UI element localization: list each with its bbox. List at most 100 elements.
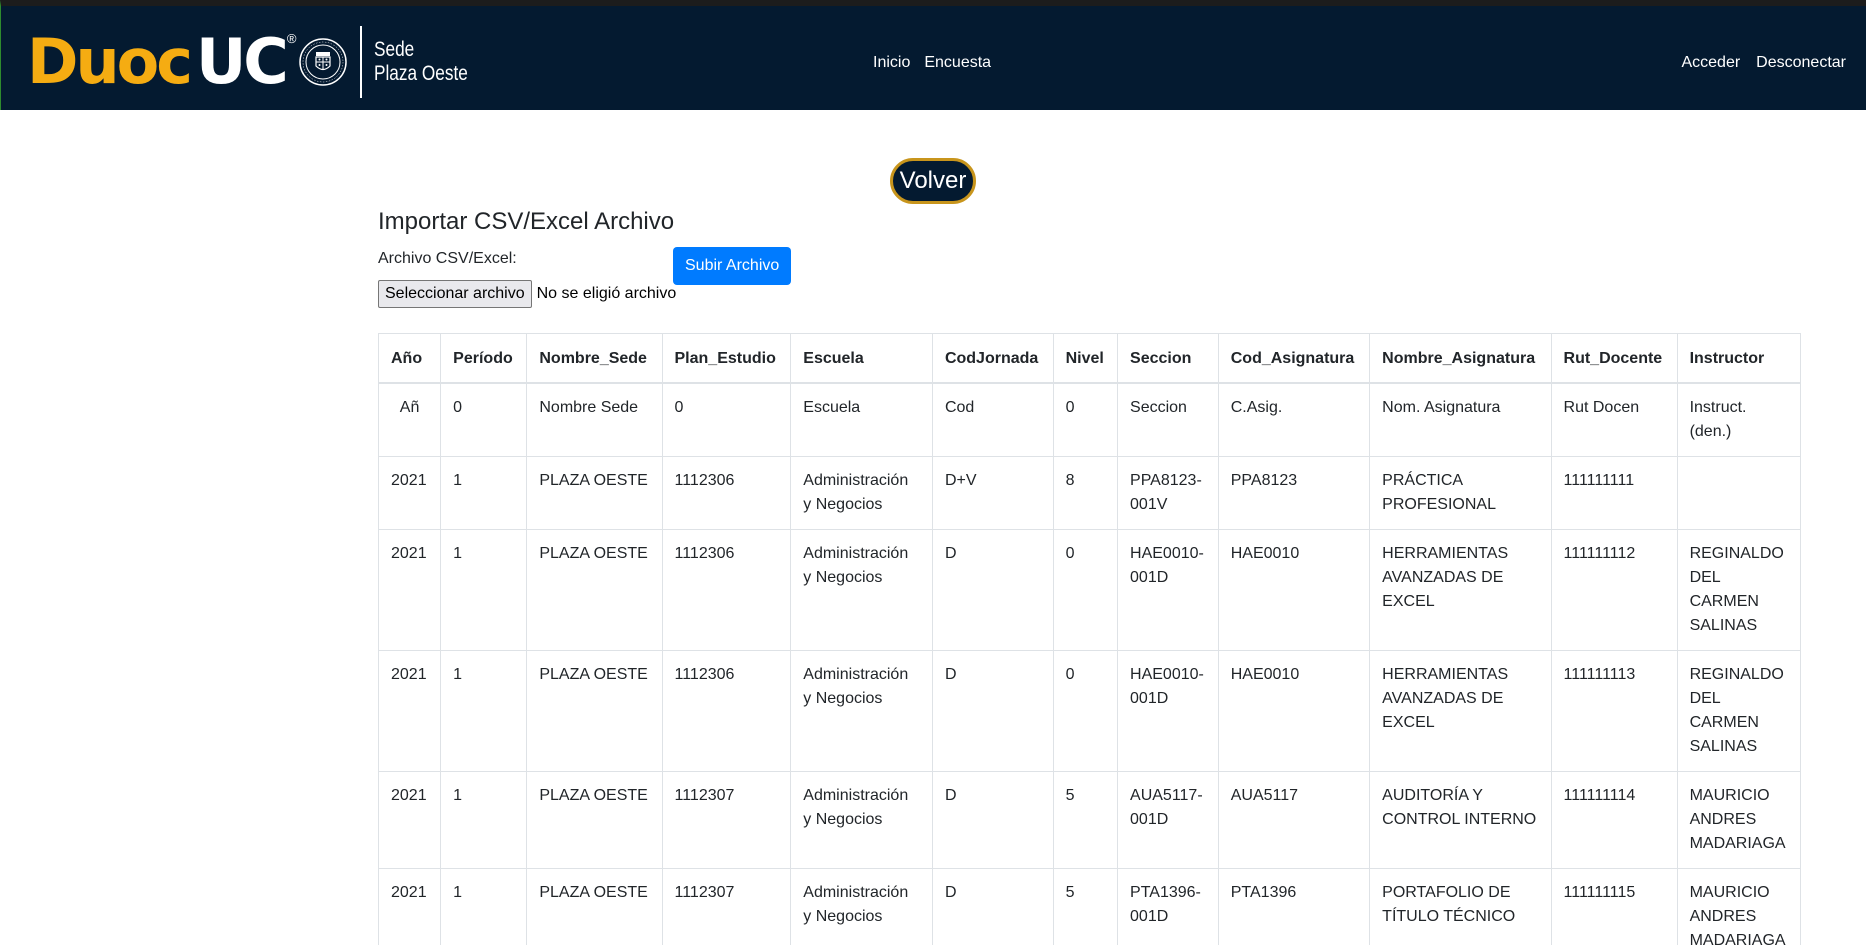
table-row: 2021 1 PLAZA OESTE 1112307 Administración y … (377, 868, 1802, 945)
table-cell-instructor: Instruct. (den.) (1676, 382, 1802, 457)
table-cell-rut-docente: 111111114 (1550, 771, 1678, 869)
table-cell-nombre-asignatura: PORTAFOLIO DE TÍTULO TÉCNICO (1369, 868, 1552, 945)
table-cell-year: 2021 (377, 529, 442, 651)
column-header-year: Año (377, 333, 442, 384)
table-cell-nivel: 5 (1052, 771, 1119, 869)
table-cell-jornada: D+V (931, 456, 1054, 530)
table-cell-sede: PLAZA OESTE (526, 650, 663, 772)
table-cell-rut-docente: 111111115 (1550, 868, 1678, 945)
sede-line1: Sede (374, 37, 415, 61)
table-cell-seccion: PTA1396-001D (1117, 868, 1219, 945)
table-cell-cod-asignatura: C.Asig. (1217, 382, 1371, 457)
table-cell-escuela: Administración y Negocios (790, 771, 933, 869)
column-header-cod-asignatura: Cod_Asignatura (1217, 333, 1371, 384)
table-cell-plan: 0 (661, 382, 792, 457)
table-cell-period: 1 (440, 771, 528, 869)
table-cell-period: 1 (440, 868, 528, 945)
upload-file-button[interactable]: Subir Archivo (673, 247, 792, 285)
file-status-text: No se eligió archivo (536, 285, 677, 302)
table-header: Año Período Nombre_Sede Plan_Estudio Escuela… (377, 333, 1802, 384)
table-cell-instructor: MAURICIO ANDRES MADARIAGA (1676, 771, 1802, 869)
table-cell-cod-asignatura: PPA8123 (1217, 456, 1371, 530)
table-cell-instructor: REGINALDO DEL CARMEN SALINAS (1676, 529, 1802, 651)
table-cell-plan: 1112306 (661, 456, 792, 530)
table-cell-instructor: REGINALDO DEL CARMEN SALINAS (1676, 650, 1802, 772)
table-row: 2021 1 PLAZA OESTE 1112306 Administración y … (377, 529, 1802, 651)
table-cell-seccion: Seccion (1117, 382, 1219, 457)
table-cell-escuela: Administración y Negocios (790, 868, 933, 945)
column-header-nivel: Nivel (1052, 333, 1119, 384)
nav-link-desconectar[interactable]: Desconectar (1756, 54, 1846, 72)
data-table: Año Período Nombre_Sede Plan_Estudio Escuela… (377, 333, 1802, 945)
nav-link-encuesta[interactable]: Encuesta (924, 54, 991, 72)
table-cell-jornada: Cod (931, 382, 1054, 457)
back-button[interactable]: Volver (890, 158, 976, 204)
logo-registered-mark: ® (286, 30, 297, 46)
column-header-rut-docente: Rut_Docente (1550, 333, 1678, 384)
table-cell-escuela: Administración y Negocios (790, 529, 933, 651)
table-cell-sede: PLAZA OESTE (526, 868, 663, 945)
table-cell-jornada: D (931, 771, 1054, 869)
table-cell-year: 2021 (377, 650, 442, 772)
table-cell-instructor (1676, 456, 1802, 530)
table-header-row: Año Período Nombre_Sede Plan_Estudio Escuela… (377, 333, 1802, 384)
nav-right-links: Acceder Desconectar (1681, 54, 1846, 72)
select-file-button[interactable]: Seleccionar archivo (378, 280, 532, 308)
logo-uc-text: UC (195, 25, 289, 98)
column-header-seccion: Seccion (1117, 333, 1219, 384)
column-header-jornada: CodJornada (931, 333, 1054, 384)
file-input[interactable]: Seleccionar archivo No se eligió archivo (378, 280, 676, 308)
table-cell-rut-docente: 111111112 (1550, 529, 1678, 651)
table-cell-rut-docente: Rut Docen (1550, 382, 1678, 457)
table-cell-jornada: D (931, 650, 1054, 772)
table-cell-year: 2021 (377, 771, 442, 869)
table-cell-instructor: MAURICIO ANDRES MADARIAGA (1676, 868, 1802, 945)
column-header-nombre-asignatura: Nombre_Asignatura (1369, 333, 1552, 384)
table-cell-plan: 1112306 (661, 650, 792, 772)
table-cell-escuela: Escuela (790, 382, 933, 457)
university-seal-icon (299, 38, 348, 86)
nav-link-acceder[interactable]: Acceder (1681, 54, 1740, 72)
table-row: 2021 1 PLAZA OESTE 1112306 Administración y … (377, 456, 1802, 530)
table-cell-nombre-asignatura: AUDITORÍA Y CONTROL INTERNO (1369, 771, 1552, 869)
nav-link-inicio[interactable]: Inicio (873, 54, 910, 72)
table-cell-nivel: 5 (1052, 868, 1119, 945)
column-header-plan: Plan_Estudio (661, 333, 792, 384)
brand-logo[interactable]: Duoc UC ® Sede Plaza Oeste (27, 20, 489, 104)
table-cell-period: 1 (440, 529, 528, 651)
table-cell-seccion: AUA5117-001D (1117, 771, 1219, 869)
table-cell-year: Añ (377, 382, 442, 457)
table-row: 2021 1 PLAZA OESTE 1112307 Administración y … (377, 771, 1802, 869)
table-cell-sede: Nombre Sede (526, 382, 663, 457)
data-table-container: Año Período Nombre_Sede Plan_Estudio Escuela… (377, 333, 1802, 945)
table-cell-jornada: D (931, 529, 1054, 651)
top-navbar: Duoc UC ® Sede Plaza Oeste Inicio Encues… (0, 0, 1866, 110)
table-cell-cod-asignatura: PTA1396 (1217, 868, 1371, 945)
table-cell-seccion: PPA8123-001V (1117, 456, 1219, 530)
table-cell-rut-docente: 111111111 (1550, 456, 1678, 530)
page-title: Importar CSV/Excel Archivo (378, 208, 675, 235)
table-cell-sede: PLAZA OESTE (526, 529, 663, 651)
table-row: 2021 1 PLAZA OESTE 1112306 Administración y … (377, 650, 1802, 772)
table-cell-year: 2021 (377, 868, 442, 945)
table-cell-seccion: HAE0010-001D (1117, 650, 1219, 772)
table-cell-nombre-asignatura: HERRAMIENTAS AVANZADAS DE EXCEL (1369, 529, 1552, 651)
column-header-instructor: Instructor (1676, 333, 1802, 384)
table-row: Añ 0 Nombre Sede 0 Escuela Cod 0 Seccion C.Asig.… (377, 382, 1802, 457)
table-cell-nombre-asignatura: PRÁCTICA PROFESIONAL (1369, 456, 1552, 530)
table-cell-sede: PLAZA OESTE (526, 771, 663, 869)
table-cell-plan: 1112306 (661, 529, 792, 651)
table-cell-nivel: 0 (1052, 529, 1119, 651)
table-cell-nombre-asignatura: Nom. Asignatura (1369, 382, 1552, 457)
table-cell-plan: 1112307 (661, 868, 792, 945)
table-cell-year: 2021 (377, 456, 442, 530)
table-cell-plan: 1112307 (661, 771, 792, 869)
table-cell-seccion: HAE0010-001D (1117, 529, 1219, 651)
column-header-escuela: Escuela (790, 333, 933, 384)
file-field-label: Archivo CSV/Excel: (378, 250, 517, 267)
table-cell-period: 1 (440, 650, 528, 772)
sede-label: Sede Plaza Oeste (374, 38, 488, 86)
table-cell-nivel: 8 (1052, 456, 1119, 530)
nav-center-links: Inicio Encuesta (873, 54, 991, 72)
table-cell-cod-asignatura: HAE0010 (1217, 529, 1371, 651)
